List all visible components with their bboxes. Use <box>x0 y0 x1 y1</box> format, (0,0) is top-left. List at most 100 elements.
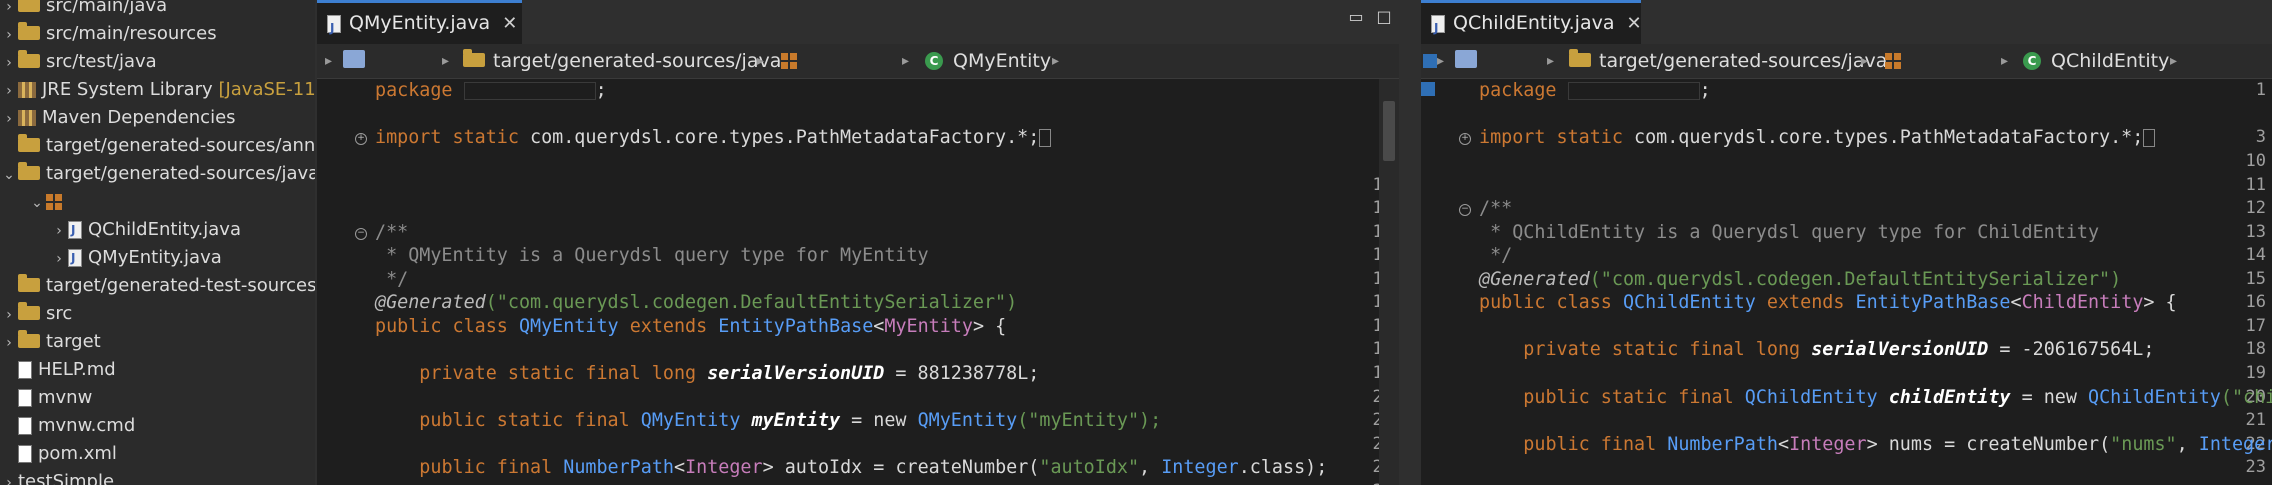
code-editor[interactable]: 1 package ; 3 + import static com.queryd… <box>317 79 1399 485</box>
tree-item-label: src/main/resources <box>46 23 217 44</box>
code-token: NumberPath <box>563 457 674 478</box>
tree-item-label: target/generated-test-sources/t <box>46 275 315 296</box>
minimize-icon[interactable]: ▭ <box>1347 8 1365 26</box>
code-token: QMyEntity <box>640 410 741 431</box>
marker-icon <box>1421 82 1435 96</box>
tree-item-target[interactable]: › target <box>0 328 101 356</box>
breadcrumb-class[interactable]: QMyEntity <box>953 44 1051 78</box>
breadcrumb: ▸ ▸ target/generated-sources/java ▸ ▸ C … <box>1421 44 2272 79</box>
breadcrumb-class[interactable]: QChildEntity <box>2051 44 2169 78</box>
code-editor[interactable]: 1 package ; 3 + import static com.queryd… <box>1421 79 2272 485</box>
chevron-right-icon[interactable]: › <box>50 217 68 245</box>
tree-item-generated-sources-anno[interactable]: target/generated-sources/anno <box>0 132 315 160</box>
tree-item-package[interactable]: ⌄ <box>28 188 68 216</box>
tree-item-pom-xml[interactable]: pom.xml <box>0 440 117 468</box>
tree-item-maven-dependencies[interactable]: › Maven Dependencies <box>0 104 235 133</box>
tree-item-label: src/main/java <box>46 0 168 16</box>
folder-icon <box>463 49 485 67</box>
folder-icon <box>18 134 40 152</box>
chevron-right-icon[interactable]: › <box>0 469 18 485</box>
chevron-right-icon[interactable]: › <box>0 49 18 77</box>
line-number: 19 <box>2245 363 2266 383</box>
folder-icon <box>18 330 40 348</box>
vertical-scrollbar[interactable] <box>1379 79 1399 485</box>
code-token: ("chi <box>2220 387 2272 408</box>
breadcrumb-separator-icon: ▸ <box>1052 53 1060 69</box>
tab-qmyentity[interactable]: QMyEntity.java ✕ <box>317 0 522 48</box>
line-number: 15 <box>2245 269 2266 289</box>
line-number: 10 <box>2245 151 2266 171</box>
close-icon[interactable]: ✕ <box>1627 13 1642 34</box>
editor-tabbar: QChildEntity.java ✕ <box>1421 0 2272 48</box>
tree-item-mvnw-cmd[interactable]: mvnw.cmd <box>0 412 135 440</box>
fold-expand-icon[interactable]: + <box>1459 133 1471 145</box>
code-token: extends <box>629 316 708 337</box>
text-file-icon <box>18 361 32 379</box>
tree-item-help-md[interactable]: HELP.md <box>0 356 116 384</box>
code-token: myEntity <box>751 410 841 431</box>
code-token: QMyEntity <box>917 410 1018 431</box>
tab-label: QMyEntity.java <box>349 12 491 34</box>
breadcrumb-separator-icon: ▸ <box>1861 53 1869 69</box>
folded-marker-icon[interactable] <box>2143 129 2156 147</box>
fold-collapse-icon[interactable]: − <box>355 228 367 240</box>
tree-item-mvnw[interactable]: mvnw <box>0 384 92 412</box>
code-line: public static final QMyEntity myEntity =… <box>375 409 1161 433</box>
project-icon[interactable] <box>343 50 365 68</box>
breadcrumb-separator-icon: ▸ <box>757 53 765 69</box>
tree-item-label: QMyEntity.java <box>88 247 222 268</box>
chevron-right-icon[interactable]: › <box>0 77 18 105</box>
code-token: public final <box>1523 434 1657 455</box>
tree-item-qmyentity[interactable]: › QMyEntity.java <box>50 244 222 272</box>
chevron-right-icon[interactable]: › <box>0 329 18 357</box>
tree-item-src[interactable]: › src <box>0 300 72 328</box>
fold-collapse-icon[interactable]: − <box>1459 204 1471 216</box>
code-token: QChildEntity <box>2088 387 2221 408</box>
chevron-right-icon[interactable]: › <box>50 245 68 273</box>
maximize-icon[interactable]: □ <box>1375 8 1393 26</box>
code-token: ("com.querydsl.codegen.DefaultEntitySeri… <box>485 292 1018 313</box>
package-icon[interactable] <box>781 53 797 69</box>
text-file-icon <box>18 389 32 407</box>
chevron-down-icon[interactable]: ⌄ <box>0 161 18 189</box>
tree-item-generated-test-sources[interactable]: target/generated-test-sources/t <box>0 272 315 300</box>
tree-item-suffix: [JavaSE-11] <box>218 79 315 100</box>
chevron-down-icon[interactable]: ⌄ <box>28 189 46 217</box>
tree-item-qchildentity[interactable]: › QChildEntity.java <box>50 216 241 244</box>
tree-item-testsimple[interactable]: › testSimple <box>0 468 114 485</box>
tree-item-label: testSimple <box>18 471 115 485</box>
code-token: private static final long <box>419 363 697 384</box>
tree-item-src-main-java[interactable]: › src/main/java <box>0 0 167 20</box>
line-number: 1 <box>2255 80 2266 100</box>
line-number: 12 <box>2245 198 2266 218</box>
tab-label: QChildEntity.java <box>1453 12 1615 34</box>
code-line: import static com.querydsl.core.types.Pa… <box>375 126 1052 150</box>
code-token: QChildEntity <box>1622 292 1756 313</box>
project-icon[interactable] <box>1455 50 1477 68</box>
chevron-right-icon[interactable]: › <box>0 105 18 133</box>
tree-item-label: target/generated-sources/java <box>46 163 315 184</box>
tree-item-label: target <box>46 331 101 352</box>
tree-item-generated-sources-java[interactable]: ⌄ target/generated-sources/java <box>0 160 315 188</box>
class-icon: C <box>2023 52 2041 70</box>
folded-marker-icon[interactable] <box>1039 129 1052 147</box>
tree-item-src-test-java[interactable]: › src/test/java <box>0 48 157 76</box>
fold-expand-icon[interactable]: + <box>355 133 367 145</box>
code-token: .class); <box>1238 457 1328 478</box>
tree-item-jre-library[interactable]: › JRE System Library [JavaSE-11] <box>0 76 315 104</box>
chevron-right-icon[interactable]: › <box>0 21 18 49</box>
package-icon[interactable] <box>1885 53 1901 69</box>
breadcrumb-source-folder[interactable]: target/generated-sources/java <box>493 44 781 78</box>
library-icon <box>18 82 36 98</box>
tab-qchildentity[interactable]: QChildEntity.java ✕ <box>1421 0 1642 48</box>
tree-item-src-main-resources[interactable]: › src/main/resources <box>0 20 217 48</box>
line-number: 18 <box>2245 339 2266 359</box>
java-file-icon <box>1431 8 1445 48</box>
breadcrumb-source-folder[interactable]: target/generated-sources/java <box>1599 44 1887 78</box>
chevron-right-icon[interactable]: › <box>0 301 18 329</box>
chevron-right-icon[interactable]: › <box>0 0 18 21</box>
code-token: > { <box>2143 292 2177 313</box>
close-icon[interactable]: ✕ <box>502 13 517 34</box>
scrollbar-thumb[interactable] <box>1383 101 1395 161</box>
code-token: MyEntity <box>884 316 973 337</box>
